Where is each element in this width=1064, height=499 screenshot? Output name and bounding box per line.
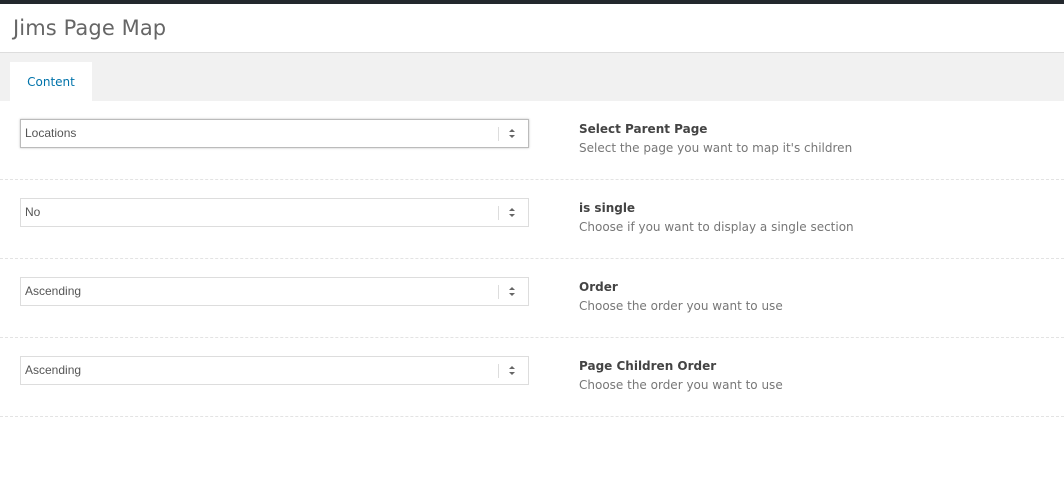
up-down-arrows-icon (509, 366, 515, 375)
order-select[interactable]: Ascending (20, 277, 529, 306)
children-order-label: Page Children Order (579, 359, 717, 373)
is-single-select[interactable]: No (20, 198, 529, 227)
select-divider (498, 127, 499, 141)
tab-content[interactable]: Content (10, 62, 92, 101)
setting-row-children-order: Ascending Page Children Order Choose the… (0, 338, 1064, 417)
order-label: Order (579, 280, 618, 294)
select-divider (498, 285, 499, 299)
page-title: Jims Page Map (13, 16, 167, 40)
select-divider (498, 364, 499, 378)
order-select-value: Ascending (25, 284, 82, 298)
children-order-select[interactable]: Ascending (20, 356, 529, 385)
setting-row-is-single: No is single Choose if you want to displ… (0, 180, 1064, 259)
page-header: Jims Page Map (0, 4, 1064, 53)
is-single-select-value: No (25, 205, 41, 219)
parent-page-select-value: Locations (25, 126, 77, 140)
order-description: Choose the order you want to use (579, 299, 783, 313)
up-down-arrows-icon (509, 129, 515, 138)
parent-page-label: Select Parent Page (579, 122, 708, 136)
parent-page-description: Select the page you want to map it's chi… (579, 141, 853, 155)
up-down-arrows-icon (509, 287, 515, 296)
children-order-description: Choose the order you want to use (579, 378, 783, 392)
up-down-arrows-icon (509, 208, 515, 217)
is-single-description: Choose if you want to display a single s… (579, 220, 854, 234)
settings-form: Locations Select Parent Page Select the … (0, 101, 1064, 417)
children-order-select-value: Ascending (25, 363, 82, 377)
tab-bar: Content (0, 53, 1064, 101)
parent-page-select[interactable]: Locations (20, 119, 529, 148)
setting-row-parent-page: Locations Select Parent Page Select the … (0, 101, 1064, 180)
is-single-label: is single (579, 201, 636, 215)
setting-row-order: Ascending Order Choose the order you wan… (0, 259, 1064, 338)
select-divider (498, 206, 499, 220)
